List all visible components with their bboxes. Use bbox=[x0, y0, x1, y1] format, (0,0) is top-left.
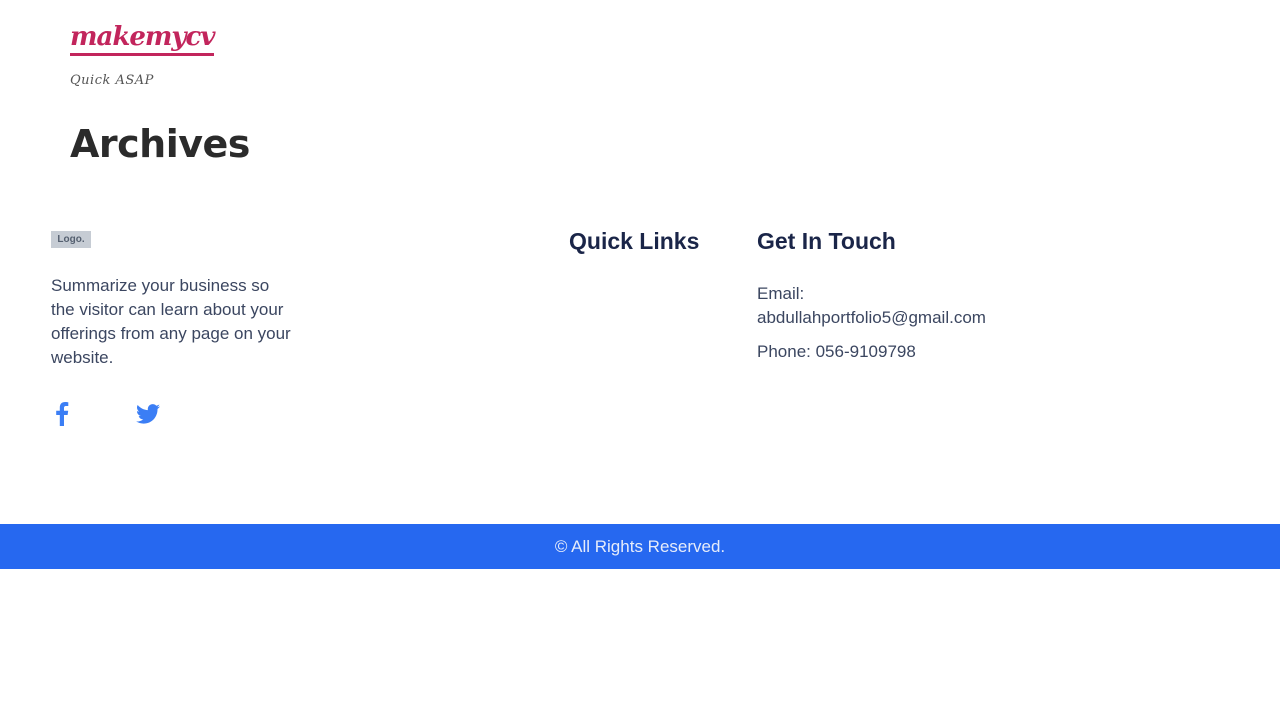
brand-name: makemycv bbox=[70, 22, 215, 56]
brand-logo[interactable]: makemycv bbox=[70, 22, 215, 56]
brand-tagline: Quick ASAP bbox=[70, 73, 154, 88]
twitter-link[interactable] bbox=[135, 401, 161, 427]
facebook-link[interactable] bbox=[49, 401, 75, 427]
contact-email-link[interactable]: abdullahportfolio5@gmail.com bbox=[757, 306, 986, 330]
contact-phone: Phone: 056-9109798 bbox=[757, 342, 916, 361]
twitter-icon bbox=[136, 404, 160, 424]
page-title: Archives bbox=[70, 122, 250, 166]
footer-logo-text: Logo. bbox=[57, 234, 85, 245]
page: makemycv Quick ASAP Archives Logo. Summa… bbox=[0, 0, 1280, 720]
copyright-bar: © All Rights Reserved. bbox=[0, 524, 1280, 569]
facebook-icon bbox=[56, 402, 69, 426]
get-in-touch-heading: Get In Touch bbox=[757, 228, 896, 254]
footer-logo-image[interactable]: Logo. bbox=[51, 231, 91, 248]
quick-links-heading: Quick Links bbox=[569, 228, 700, 254]
copyright-text: © All Rights Reserved. bbox=[554, 536, 726, 556]
contact-email-label: Email: bbox=[757, 284, 805, 303]
footer-summary: Summarize your business so the visitor c… bbox=[51, 276, 291, 367]
